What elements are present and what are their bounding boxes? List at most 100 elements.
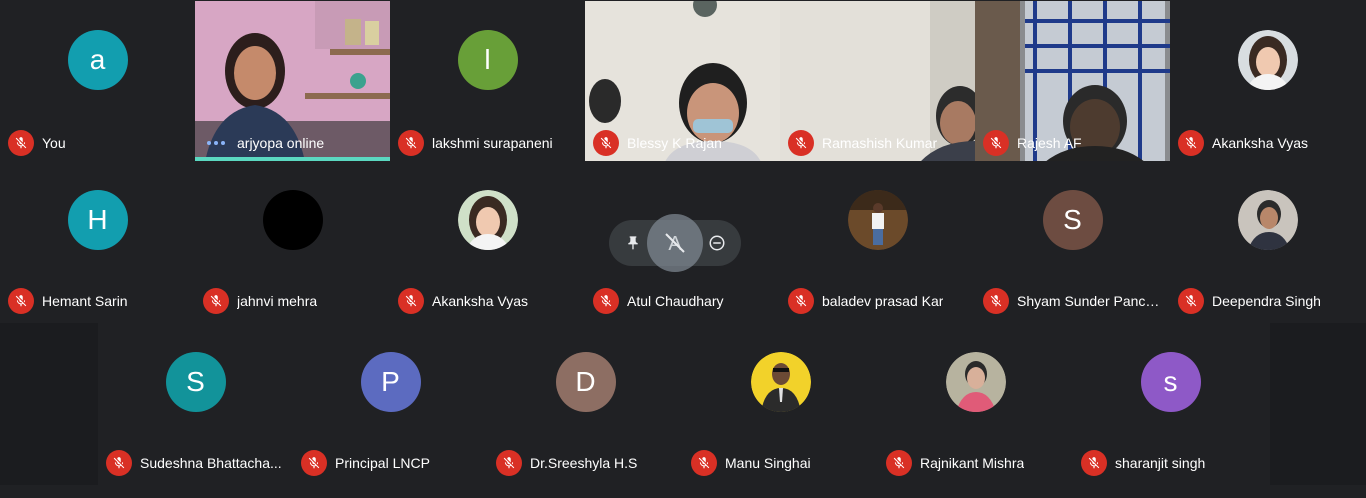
speaking-indicator-icon bbox=[203, 141, 229, 145]
mic-off-icon bbox=[886, 450, 912, 476]
participant-name: baladev prasad Kar bbox=[822, 293, 944, 309]
participant-name: Blessy K Rajan bbox=[627, 135, 722, 151]
avatar: s bbox=[1140, 351, 1201, 412]
participant-tile-hemant[interactable]: H Hemant Sarin bbox=[0, 161, 195, 322]
mic-off-icon bbox=[203, 288, 229, 314]
participant-name: Deependra Singh bbox=[1212, 293, 1321, 309]
avatar: a bbox=[67, 29, 128, 90]
mic-off-icon bbox=[496, 450, 522, 476]
participant-name: Akanksha Vyas bbox=[432, 293, 528, 309]
participant-name: arjyopa online bbox=[237, 135, 325, 151]
participant-tile-principal[interactable]: P Principal LNCP bbox=[293, 323, 488, 484]
participant-tile-sreeshyla[interactable]: D Dr.Sreeshyla H.S bbox=[488, 323, 683, 484]
nameplate: You bbox=[8, 130, 189, 156]
avatar-photo bbox=[1237, 29, 1298, 90]
mic-off-icon bbox=[691, 450, 717, 476]
nameplate: Rajnikant Mishra bbox=[886, 450, 1067, 476]
nameplate: lakshmi surapaneni bbox=[398, 130, 579, 156]
mic-off-icon bbox=[593, 288, 619, 314]
nameplate: Hemant Sarin bbox=[8, 288, 189, 314]
mute-icon[interactable]: A bbox=[647, 214, 703, 272]
nameplate: Blessy K Rajan bbox=[593, 130, 774, 156]
participant-tile-you[interactable]: a You bbox=[0, 1, 195, 162]
avatar-photo bbox=[750, 351, 811, 412]
nameplate: Dr.Sreeshyla H.S bbox=[496, 450, 677, 476]
participant-tile-rajnikant[interactable]: Rajnikant Mishra bbox=[878, 323, 1073, 484]
nameplate: Atul Chaudhary bbox=[593, 288, 774, 314]
nameplate: sharanjit singh bbox=[1081, 450, 1262, 476]
nameplate: Manu Singhai bbox=[691, 450, 872, 476]
participant-tile-deependra[interactable]: Deependra Singh bbox=[1170, 161, 1365, 322]
nameplate: Ramashish Kumar bbox=[788, 130, 969, 156]
avatar: H bbox=[67, 189, 128, 250]
avatar-photo bbox=[457, 189, 518, 250]
participant-name: You bbox=[42, 135, 66, 151]
participant-tile-baladev[interactable]: baladev prasad Kar bbox=[780, 161, 975, 322]
participant-tile-sudeshna[interactable]: S Sudeshna Bhattacha... bbox=[98, 323, 293, 484]
nameplate: jahnvi mehra bbox=[203, 288, 384, 314]
participant-name: jahnvi mehra bbox=[237, 293, 318, 309]
nameplate: Akanksha Vyas bbox=[1178, 130, 1359, 156]
mic-off-icon bbox=[398, 288, 424, 314]
participant-name: Dr.Sreeshyla H.S bbox=[530, 455, 638, 471]
avatar: S bbox=[165, 351, 226, 412]
avatar: l bbox=[457, 29, 518, 90]
participant-name: Atul Chaudhary bbox=[627, 293, 724, 309]
mic-off-icon bbox=[398, 130, 424, 156]
participant-tile-manu[interactable]: Manu Singhai bbox=[683, 323, 878, 484]
mic-off-icon bbox=[593, 130, 619, 156]
participant-tile-arjyopa[interactable]: arjyopa online bbox=[195, 1, 390, 162]
remove-icon[interactable] bbox=[703, 228, 731, 258]
mic-off-icon bbox=[983, 130, 1009, 156]
participant-tile-shyam[interactable]: S Shyam Sunder Panch... bbox=[975, 161, 1170, 322]
avatar: S bbox=[1042, 189, 1103, 250]
participant-name: sharanjit singh bbox=[1115, 455, 1206, 471]
mic-off-icon bbox=[788, 130, 814, 156]
nameplate: baladev prasad Kar bbox=[788, 288, 969, 314]
participant-name: Ramashish Kumar bbox=[822, 135, 938, 151]
participant-row-3: S Sudeshna Bhattacha... P Principal LNCP… bbox=[98, 323, 1270, 485]
nameplate: Rajesh AF bbox=[983, 130, 1164, 156]
mic-off-icon bbox=[1081, 450, 1107, 476]
participant-tile-blessy[interactable]: Blessy K Rajan bbox=[585, 1, 780, 162]
participant-name: Hemant Sarin bbox=[42, 293, 128, 309]
nameplate: Akanksha Vyas bbox=[398, 288, 579, 314]
participant-tile-rajesh[interactable]: Rajesh AF bbox=[975, 1, 1170, 162]
avatar: P bbox=[360, 351, 421, 412]
participant-tile-akanksha-2[interactable]: Akanksha Vyas bbox=[390, 161, 585, 322]
tile-hover-controls: A bbox=[609, 214, 741, 272]
pin-icon[interactable] bbox=[619, 228, 647, 258]
mic-off-icon bbox=[788, 288, 814, 314]
participant-name: Rajnikant Mishra bbox=[920, 455, 1025, 471]
participant-tile-akanksha[interactable]: Akanksha Vyas bbox=[1170, 1, 1365, 162]
mic-off-icon bbox=[8, 288, 34, 314]
mic-off-icon bbox=[1178, 288, 1204, 314]
participant-tile-ramashish[interactable]: Ramashish Kumar bbox=[780, 1, 975, 162]
mic-off-icon bbox=[983, 288, 1009, 314]
participant-tile-atul[interactable]: A Atul Chaudhary bbox=[585, 161, 780, 322]
avatar: D bbox=[555, 351, 616, 412]
participant-name: lakshmi surapaneni bbox=[432, 135, 553, 151]
participant-name: Sudeshna Bhattacha... bbox=[140, 455, 282, 471]
avatar-photo bbox=[945, 351, 1006, 412]
nameplate: arjyopa online bbox=[203, 130, 384, 156]
participant-tile-jahnvi[interactable]: jahnvi mehra bbox=[195, 161, 390, 322]
participant-row-2: H Hemant Sarin jahnvi mehra Akanksha Vya… bbox=[0, 161, 1366, 322]
nameplate: Deependra Singh bbox=[1178, 288, 1359, 314]
participant-row-1: a You arjyopa online l lakshmi surapanen… bbox=[0, 1, 1366, 162]
participant-name: Shyam Sunder Panch... bbox=[1017, 293, 1164, 309]
mic-off-icon bbox=[1178, 130, 1204, 156]
avatar-photo bbox=[847, 189, 908, 250]
mic-off-icon bbox=[8, 130, 34, 156]
avatar bbox=[262, 189, 323, 250]
participant-tile-lakshmi[interactable]: l lakshmi surapaneni bbox=[390, 1, 585, 162]
nameplate: Principal LNCP bbox=[301, 450, 482, 476]
participant-name: Principal LNCP bbox=[335, 455, 430, 471]
nameplate: Sudeshna Bhattacha... bbox=[106, 450, 287, 476]
mic-off-icon bbox=[106, 450, 132, 476]
participant-tile-sharanjit[interactable]: s sharanjit singh bbox=[1073, 323, 1268, 484]
avatar-photo bbox=[1237, 189, 1298, 250]
participant-name: Manu Singhai bbox=[725, 455, 811, 471]
participant-name: Rajesh AF bbox=[1017, 135, 1082, 151]
participant-row-3-container: S Sudeshna Bhattacha... P Principal LNCP… bbox=[0, 323, 1366, 485]
